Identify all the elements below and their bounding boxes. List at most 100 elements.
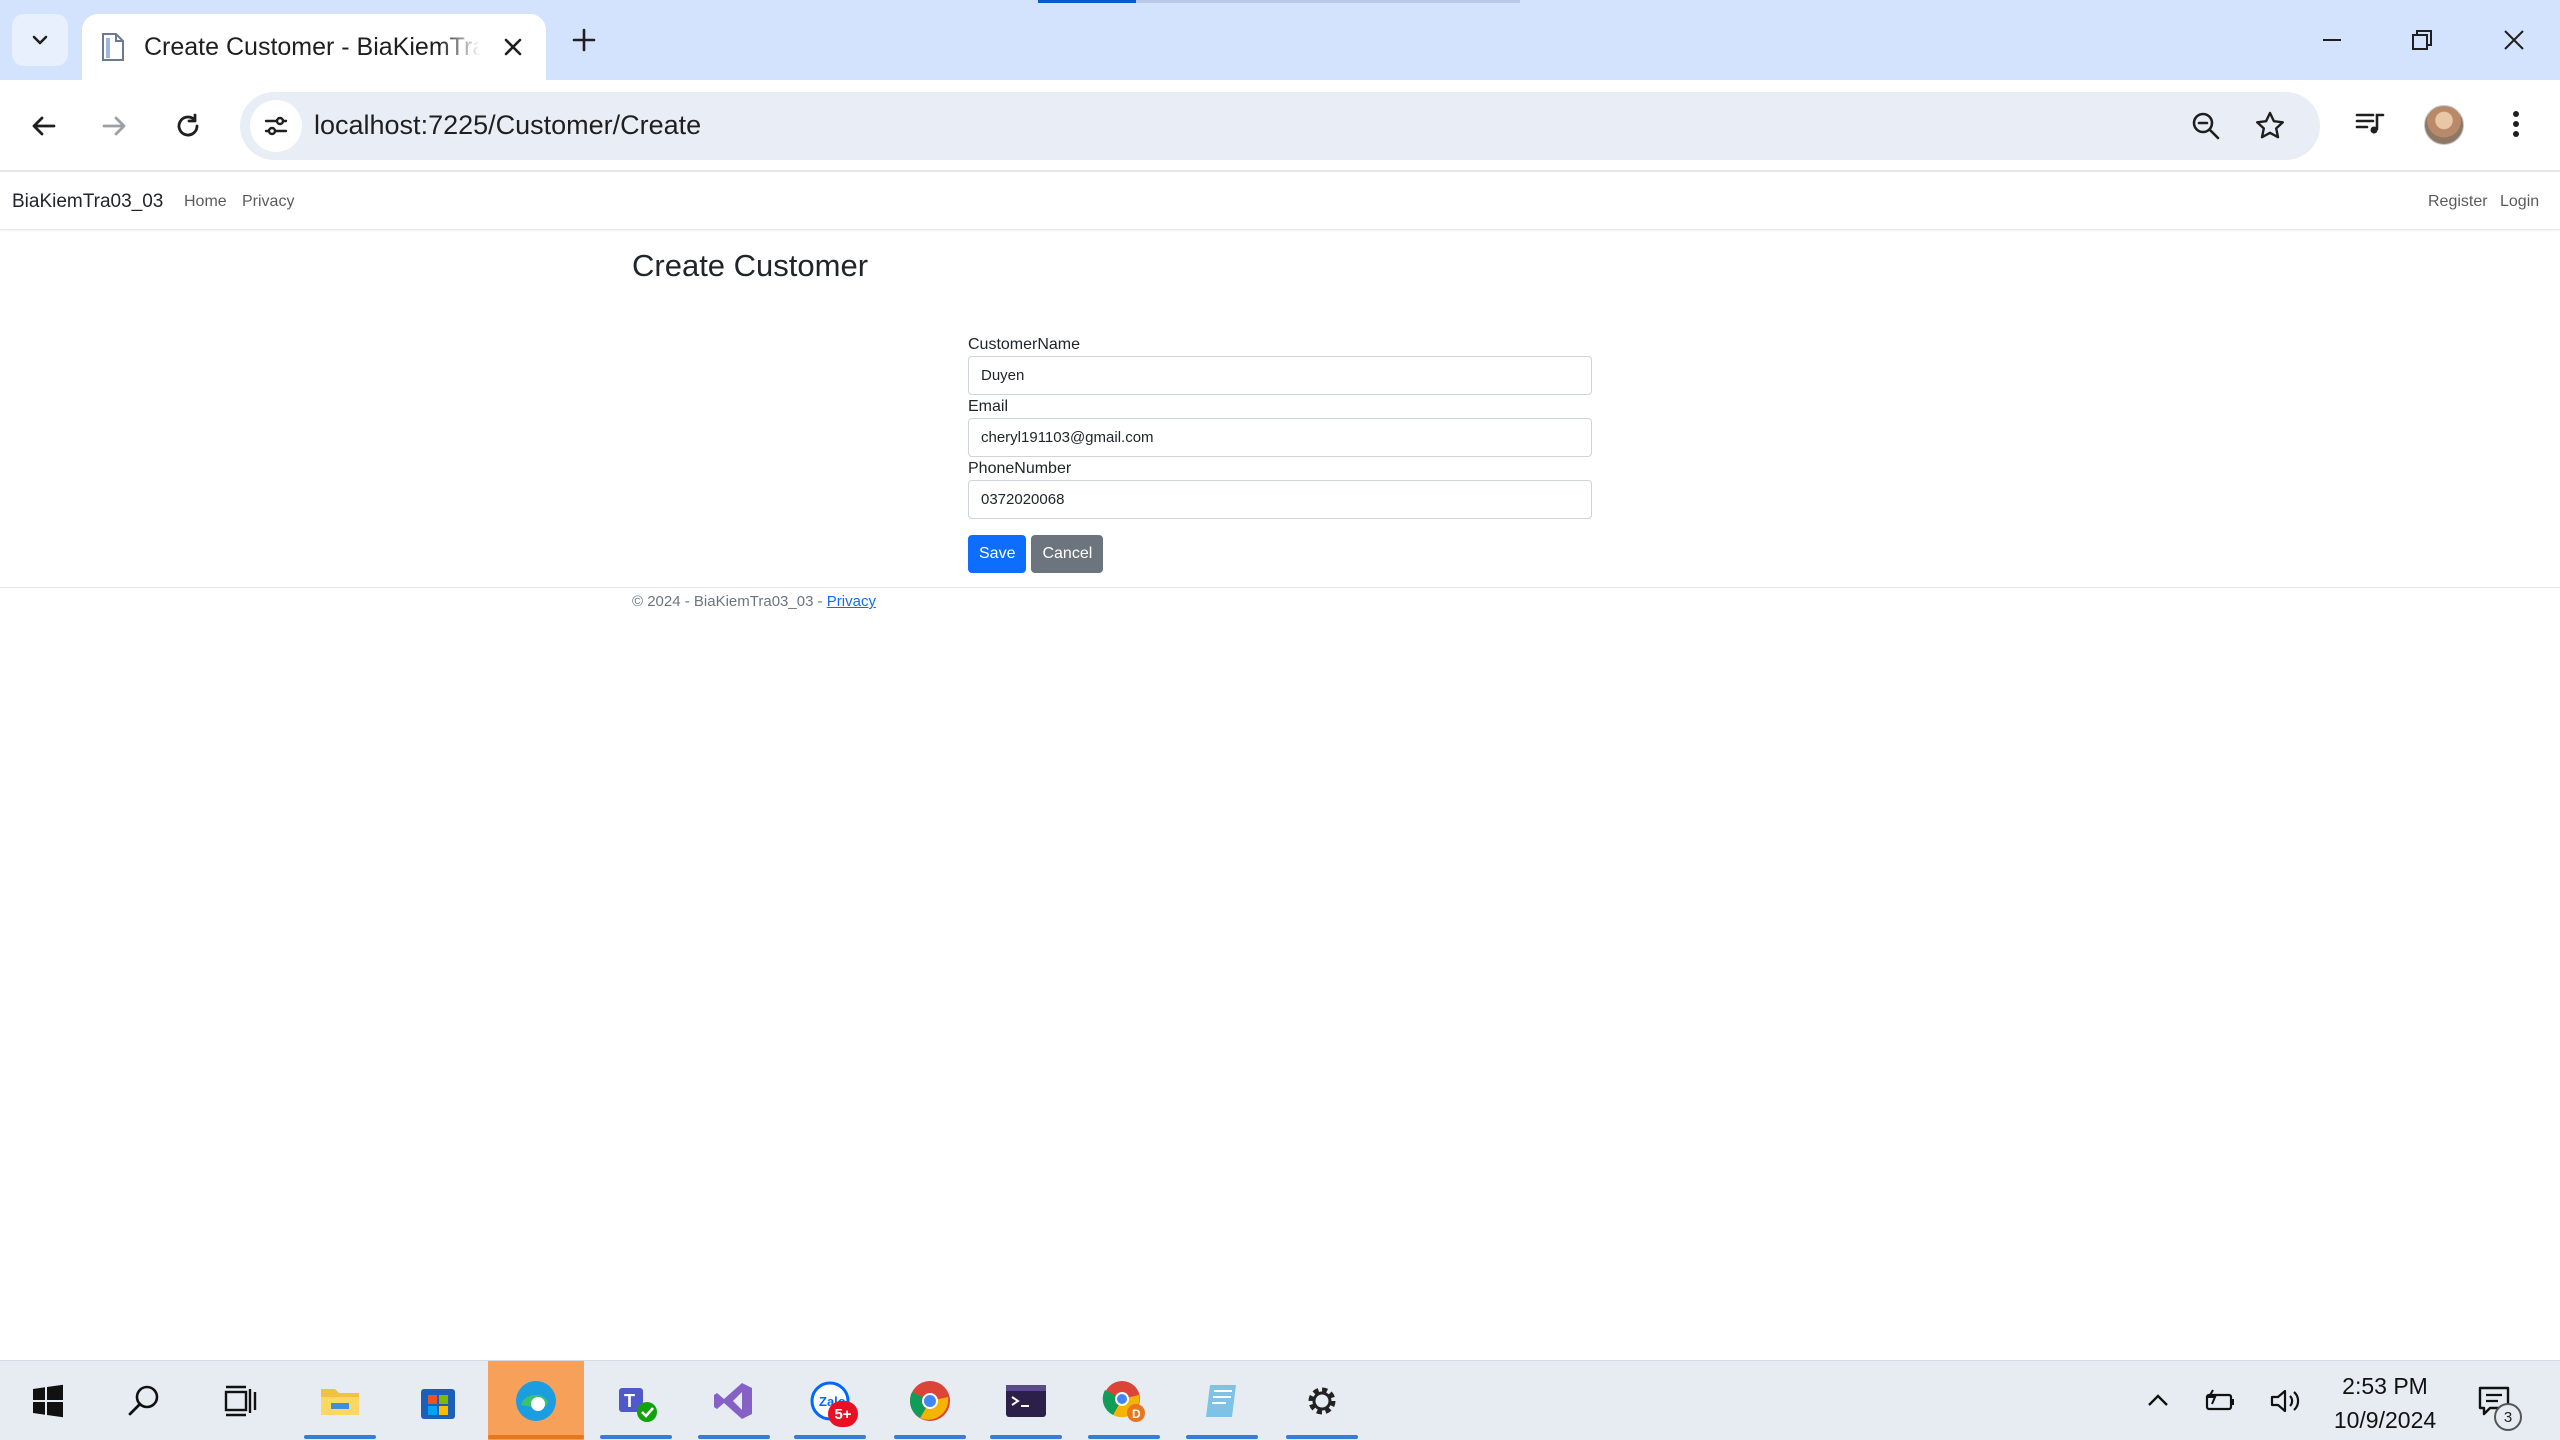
notepad-app[interactable] [1174,1361,1270,1440]
clock-date: 10/9/2024 [2333,1407,2437,1433]
tab-loading-indicator [1038,0,1136,3]
chrome-icon [910,1381,950,1421]
form-actions: Save Cancel [968,535,1104,573]
footer-divider [0,587,2560,588]
phone-number-label: PhoneNumber [968,460,1072,477]
speaker-icon [2270,1389,2300,1413]
battery-button[interactable] [2200,1381,2240,1421]
volume-button[interactable] [2266,1381,2306,1421]
svg-text:D: D [1132,1407,1141,1421]
file-explorer-app[interactable] [292,1361,388,1440]
running-indicator [894,1435,966,1439]
active-tab[interactable]: Create Customer - BiaKiemTra03_03 [82,14,546,80]
cancel-button[interactable]: Cancel [1031,535,1104,573]
email-label: Email [968,398,1009,415]
clock-time: 2:53 PM [2342,1373,2428,1399]
task-view-button[interactable] [192,1361,288,1440]
battery-icon [2205,1389,2234,1411]
running-indicator [1088,1435,1160,1439]
site-brand-link[interactable]: BiaKiemTra03_03 [12,191,163,213]
site-info-button[interactable] [250,100,302,152]
gear-icon [1308,1387,1336,1415]
nav-login-link[interactable]: Login [2500,193,2539,211]
forward-button[interactable] [90,102,138,150]
minimize-icon [2323,39,2341,41]
address-bar[interactable]: localhost:7225/Customer/Create [240,92,2320,160]
tab-search-button[interactable] [12,14,68,66]
terminal-app[interactable] [978,1361,1074,1440]
task-view-icon [224,1385,257,1417]
visual-studio-icon [714,1383,752,1419]
store-icon [421,1389,455,1419]
chrome-app[interactable] [882,1361,978,1440]
email-input[interactable] [968,418,1592,457]
browser-toolbar: localhost:7225/Customer/Create [0,80,2560,172]
terminal-icon [1006,1385,1046,1417]
chevron-down-icon [32,35,48,45]
teams-icon: T [619,1388,657,1422]
more-vertical-icon [2513,111,2519,137]
site-navbar: BiaKiemTra03_03 Home Privacy Register Lo… [0,174,2560,230]
visual-studio-app[interactable] [686,1361,782,1440]
notification-count-badge: 3 [2494,1403,2522,1431]
tune-icon [264,116,288,136]
phone-number-input[interactable] [968,480,1592,519]
microsoft-store-app[interactable] [390,1361,486,1440]
close-window-button[interactable] [2482,12,2546,68]
search-button[interactable] [96,1361,192,1440]
close-tab-icon[interactable] [498,32,528,62]
tab-loading-track [1136,0,1520,3]
reload-icon [177,113,199,137]
customer-name-label: CustomerName [968,336,1081,353]
plus-icon [572,28,596,52]
nav-home-link[interactable]: Home [184,193,227,211]
notepad-icon [1206,1385,1236,1417]
zalo-app[interactable]: Zalo 5+ [782,1361,878,1440]
profile-avatar[interactable] [2424,105,2464,145]
running-indicator [1286,1435,1358,1439]
page-title: Create Customer [632,248,869,283]
email-group: Email [968,396,1592,458]
create-customer-form: CustomerName Email PhoneNumber [968,334,1592,520]
minimize-button[interactable] [2300,12,2364,68]
chevron-up-icon [2148,1394,2168,1406]
customer-name-group: CustomerName [968,334,1592,396]
browser-menu-button[interactable] [2494,102,2538,146]
running-indicator [488,1435,584,1439]
bookmark-button[interactable] [2250,106,2290,146]
back-button[interactable] [20,102,68,150]
customer-name-input[interactable] [968,356,1592,395]
zalo-unread-badge: 5+ [828,1401,858,1427]
settings-app[interactable] [1274,1361,1370,1440]
running-indicator [600,1435,672,1439]
nav-register-link[interactable]: Register [2428,193,2488,211]
edge-app[interactable] [488,1361,584,1440]
zoom-button[interactable] [2186,106,2226,146]
windows-taskbar: T Zalo 5+ D 2:53 PM 10/9/2024 3 [0,1360,2560,1440]
page-favicon-icon [98,32,128,62]
browser-tabstrip: Create Customer - BiaKiemTra03_03 [0,0,2560,80]
edge-icon [516,1381,556,1421]
zoom-out-icon [2192,112,2220,140]
arrow-left-icon [32,116,56,136]
url-text: localhost:7225/Customer/Create [314,110,702,140]
phone-number-group: PhoneNumber [968,458,1592,520]
nav-privacy-link[interactable]: Privacy [242,193,294,211]
start-button[interactable] [0,1361,96,1440]
footer-copyright: © 2024 - BiaKiemTra03_03 - [632,593,827,610]
teams-app[interactable]: T [588,1361,684,1440]
media-control-button[interactable] [2348,102,2392,146]
folder-icon [321,1389,359,1415]
reload-button[interactable] [164,102,212,150]
search-icon [128,1385,159,1416]
chrome-profile-app[interactable]: D [1076,1361,1172,1440]
taskbar-clock[interactable]: 2:53 PM 10/9/2024 [2320,1369,2450,1437]
restore-button[interactable] [2390,12,2454,68]
show-hidden-icons-button[interactable] [2138,1381,2178,1421]
chrome-profile-icon: D [1102,1381,1145,1422]
windows-logo-icon [33,1384,63,1418]
save-button[interactable]: Save [968,535,1027,573]
close-icon [2504,30,2524,50]
footer-privacy-link[interactable]: Privacy [827,593,876,610]
new-tab-button[interactable] [564,20,604,60]
